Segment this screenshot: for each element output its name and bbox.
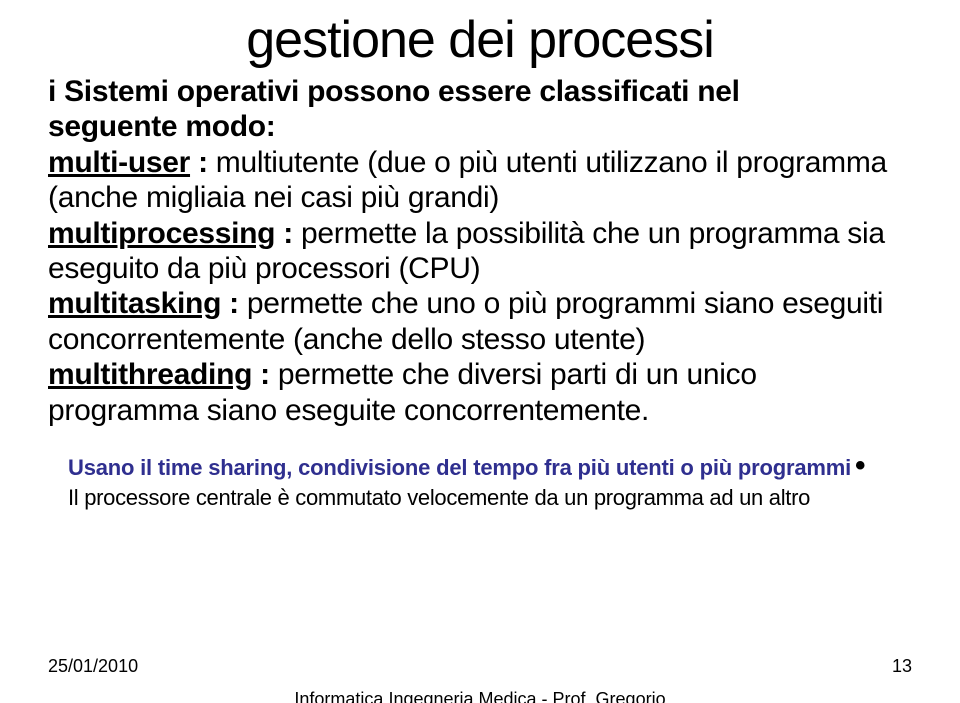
term-multitasking: multitasking — [48, 287, 221, 320]
footer-center-line-1: Informatica Ingegneria Medica - Prof. Gr… — [0, 689, 960, 703]
intro-line-1: i Sistemi operativi possono essere class… — [48, 75, 740, 108]
term-multithreading: multithreading — [48, 358, 252, 391]
slide-title: gestione dei processi — [48, 10, 912, 70]
term-multiprocessing: multiprocessing — [48, 217, 275, 250]
term-multiuser: multi-user — [48, 146, 190, 179]
sep-multiprocessing: : — [275, 217, 301, 250]
note-line-2: Il processore centrale è commutato veloc… — [68, 485, 912, 511]
footer-page-number: 13 — [892, 656, 912, 677]
footer-center: Informatica Ingegneria Medica - Prof. Gr… — [0, 689, 960, 703]
sep-multitasking: : — [221, 287, 247, 320]
footer-date: 25/01/2010 — [48, 656, 138, 677]
note-line-1: Usano il time sharing, condivisione del … — [68, 455, 851, 480]
sep-multiuser: : — [190, 146, 216, 179]
intro-line-2: seguente modo: — [48, 110, 275, 143]
note-block: Usano il time sharing, condivisione del … — [48, 448, 912, 511]
slide: gestione dei processi i Sistemi operativ… — [0, 0, 960, 703]
body-text: i Sistemi operativi possono essere class… — [48, 74, 912, 511]
sep-multithreading: : — [252, 358, 278, 391]
bullet-icon: • — [851, 449, 865, 482]
